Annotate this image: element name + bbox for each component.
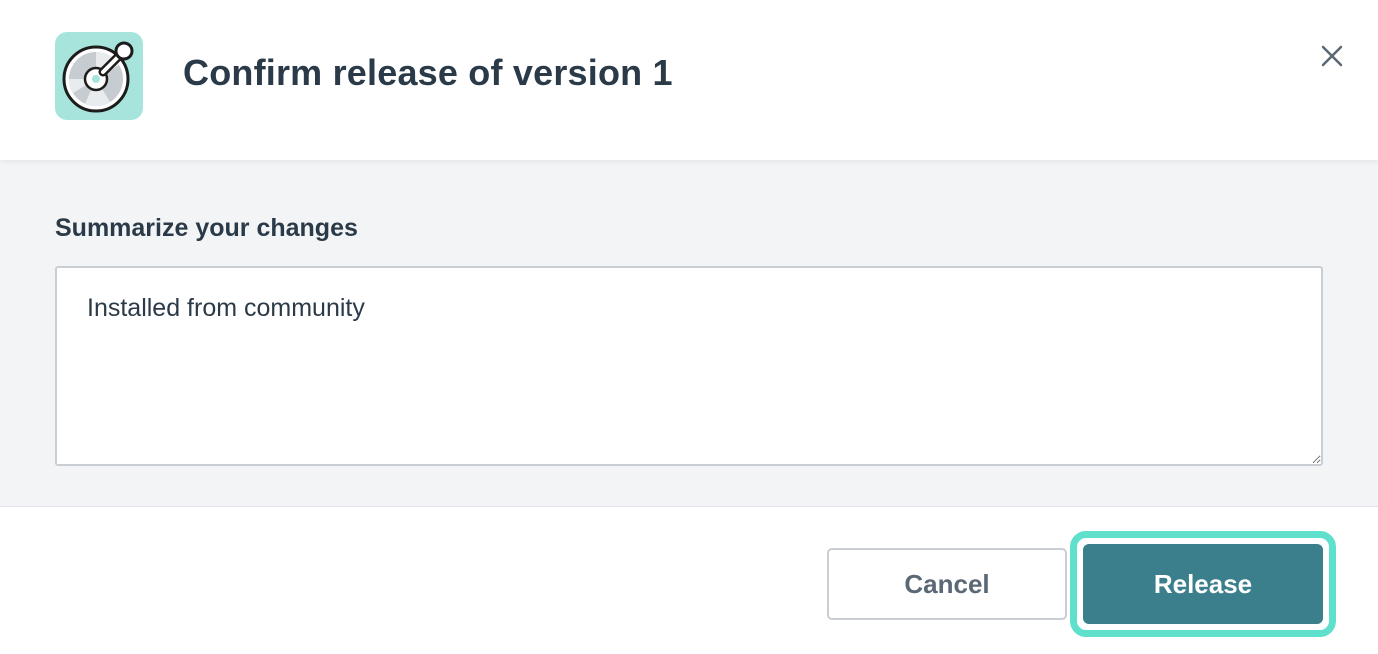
dialog-header: Confirm release of version 1: [0, 0, 1378, 160]
summary-textarea[interactable]: Installed from community: [55, 266, 1323, 466]
close-button[interactable]: [1314, 38, 1350, 74]
app-logo-icon: [55, 32, 143, 120]
dialog-body: Summarize your changes Installed from co…: [0, 160, 1378, 507]
close-icon: [1321, 45, 1343, 67]
confirm-release-dialog: Confirm release of version 1 Summarize y…: [0, 0, 1378, 654]
release-button[interactable]: Release: [1080, 541, 1326, 627]
summary-field-wrapper: Installed from community: [55, 266, 1323, 466]
cancel-button[interactable]: Cancel: [827, 548, 1067, 620]
dialog-title: Confirm release of version 1: [183, 52, 673, 93]
summary-label: Summarize your changes: [55, 214, 358, 242]
dialog-footer: Cancel Release: [0, 507, 1378, 654]
